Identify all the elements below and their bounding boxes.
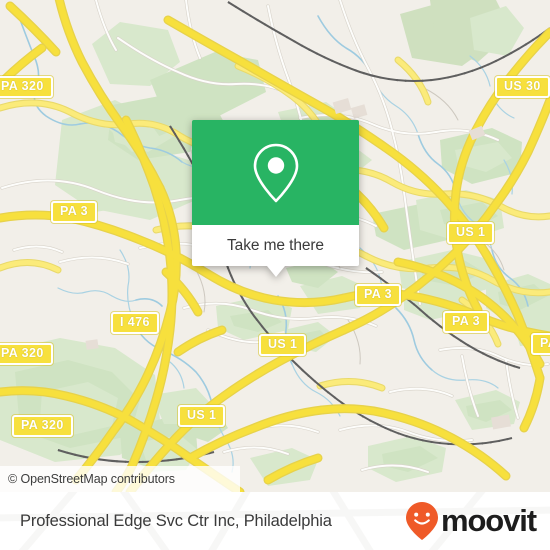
popup-header xyxy=(192,120,359,225)
osm-attribution-text: © OpenStreetMap contributors xyxy=(8,472,175,486)
road-shield-pa-320-left-edge[interactable]: PA 320 xyxy=(0,343,53,365)
road-shield-i-476[interactable]: I 476 xyxy=(111,312,159,334)
road-shield-pa-right-edge[interactable]: PA xyxy=(531,333,550,355)
footer-bar: Professional Edge Svc Ctr Inc, Philadelp… xyxy=(0,492,550,550)
map-screenshot: .pk { fill:#d8e8cc; } .pk2 { fill:#cfe3c… xyxy=(0,0,550,550)
map-pin-icon xyxy=(253,143,298,202)
road-shield-us-1-right[interactable]: US 1 xyxy=(447,222,495,244)
road-shield-us-1-center[interactable]: US 1 xyxy=(259,334,307,356)
popup-footer[interactable]: Take me there xyxy=(192,225,359,266)
moovit-logo[interactable]: moovit xyxy=(405,501,537,541)
moovit-pin-smiley-icon xyxy=(405,502,438,540)
road-shield-pa-320-lower-left[interactable]: PA 320 xyxy=(12,415,73,437)
road-shield-us-30[interactable]: US 30 xyxy=(495,76,550,98)
road-shield-pa-3-center[interactable]: PA 3 xyxy=(355,284,401,306)
road-shield-us-1-lower-left[interactable]: US 1 xyxy=(178,405,226,427)
popup-tail-pointer xyxy=(266,266,285,277)
take-me-there-label: Take me there xyxy=(227,236,324,254)
road-shield-pa-320-upper-left[interactable]: PA 320 xyxy=(0,76,53,98)
moovit-wordmark: moovit xyxy=(440,503,537,538)
road-shield-pa-3-right[interactable]: PA 3 xyxy=(443,311,489,333)
road-shield-pa-3-left[interactable]: PA 3 xyxy=(51,201,97,223)
osm-attribution[interactable]: © OpenStreetMap contributors xyxy=(0,466,240,492)
place-title: Professional Edge Svc Ctr Inc, Philadelp… xyxy=(20,511,332,530)
destination-popup-card[interactable]: Take me there xyxy=(192,120,359,277)
